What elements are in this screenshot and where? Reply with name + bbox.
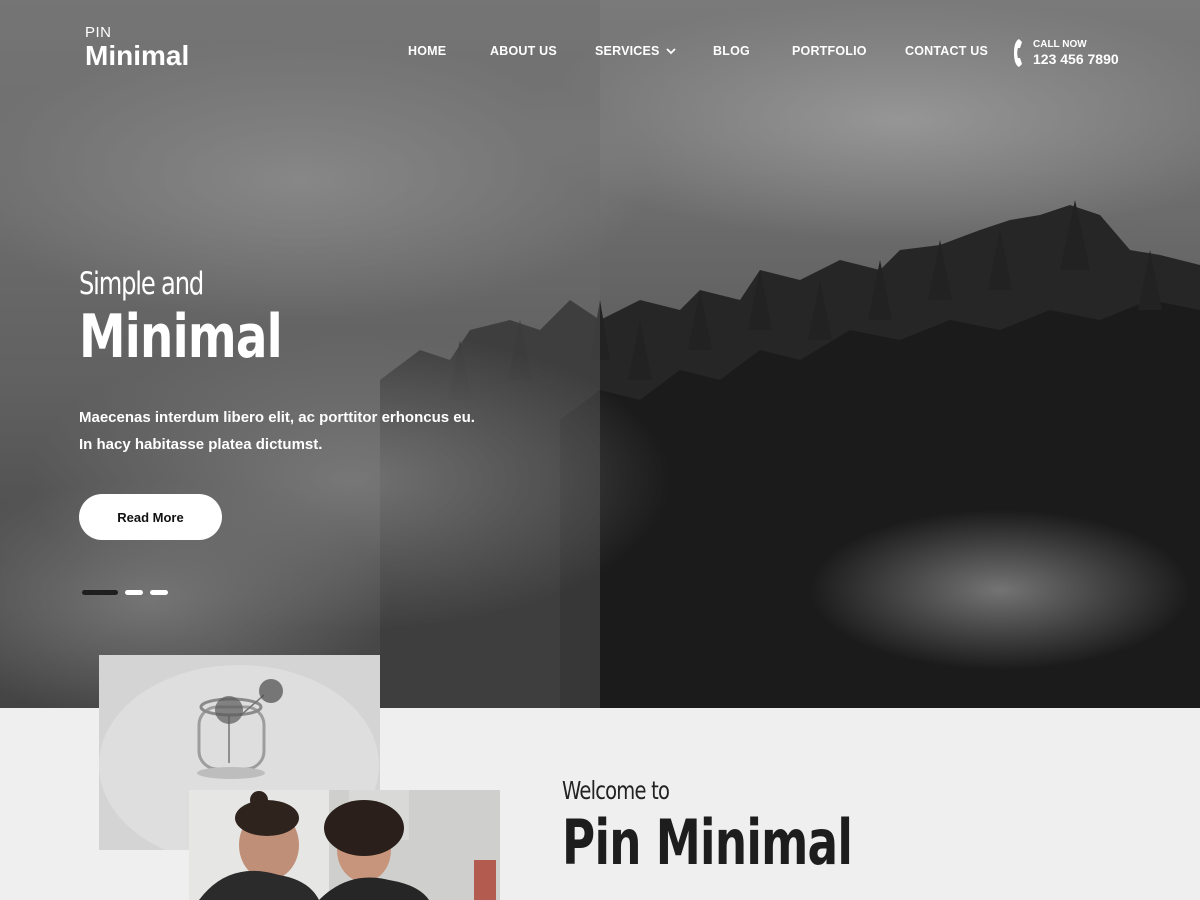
hero-title: Minimal — [79, 302, 283, 372]
slide-dot-active[interactable] — [82, 590, 118, 595]
site-logo[interactable]: PIN Minimal — [85, 24, 189, 71]
welcome-title: Pin Minimal — [562, 806, 853, 879]
slide-dot[interactable] — [150, 590, 168, 595]
nav-contact-us[interactable]: CONTACT US — [905, 44, 988, 58]
nav-blog[interactable]: BLOG — [713, 44, 750, 58]
hero-subtitle: Simple and — [79, 266, 204, 302]
hero-description: Maecenas interdum libero elit, ac portti… — [79, 409, 475, 453]
welcome-subtitle: Welcome to — [562, 776, 670, 805]
nav-home[interactable]: HOME — [408, 44, 446, 58]
call-now-number: 123 456 7890 — [1033, 51, 1119, 67]
logo-title: Minimal — [85, 40, 190, 71]
logo-prefix: PIN — [85, 24, 112, 41]
call-now-label: CALL NOW — [1033, 39, 1087, 50]
people-illustration — [189, 790, 500, 900]
nav-about-us[interactable]: ABOUT US — [490, 44, 557, 58]
nav-portfolio[interactable]: PORTFOLIO — [792, 44, 867, 58]
people-photo-image — [189, 790, 500, 900]
nav-services-label: SERVICES — [595, 44, 660, 58]
read-more-button[interactable]: Read More — [79, 494, 222, 540]
chevron-down-icon — [665, 48, 676, 55]
slider-pagination — [82, 590, 168, 595]
call-now[interactable]: CALL NOW 123 456 7890 — [1013, 37, 1119, 69]
slide-dot[interactable] — [125, 590, 143, 595]
phone-icon — [1014, 39, 1022, 67]
nav-services[interactable]: SERVICES — [595, 44, 676, 58]
